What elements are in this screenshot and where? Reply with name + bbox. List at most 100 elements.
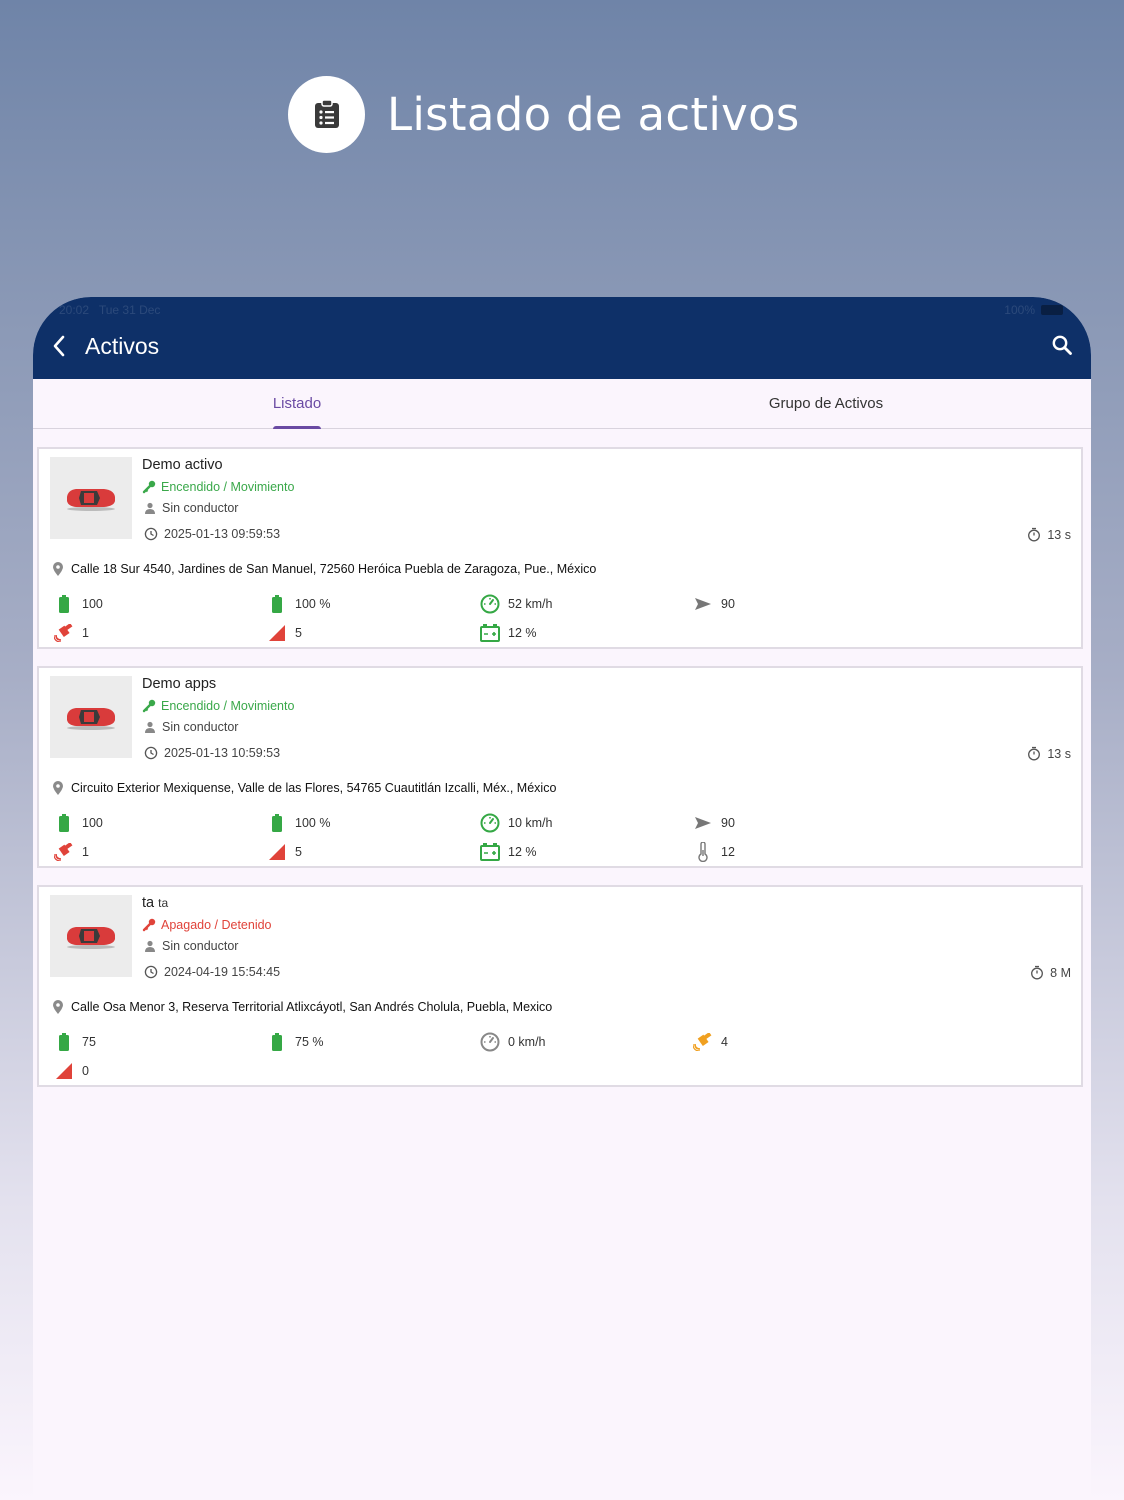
battery-icon [59, 1032, 69, 1051]
bottom-fade [33, 1240, 1091, 1500]
heading-arrow-icon [695, 597, 711, 610]
metric-speed: 10 km/h [479, 813, 692, 833]
asset-state: Apagado / Detenido [161, 918, 272, 932]
metric-battery-percent: 100 % [266, 594, 479, 613]
metric-ext-battery: 12 % [479, 623, 692, 642]
car-icon [67, 927, 115, 949]
stopwatch-icon [1028, 746, 1041, 761]
location-pin-icon [53, 562, 63, 576]
asset-state: Encendido / Movimiento [161, 480, 295, 494]
search-icon [1052, 335, 1072, 355]
battery-status-icon [1041, 305, 1063, 315]
metric-satellites: 1 [53, 842, 266, 861]
car-battery-icon [480, 842, 500, 861]
asset-elapsed: 13 s [1047, 527, 1071, 542]
asset-name: Demo apps [142, 676, 217, 692]
car-icon [67, 708, 115, 730]
location-pin-icon [53, 781, 63, 795]
person-icon [145, 721, 155, 733]
car-icon [67, 489, 115, 511]
tablet-screen: 20:02 Tue 31 Dec 100% Activos Listado Gr… [33, 297, 1091, 1500]
tab-listado[interactable]: Listado [33, 379, 561, 428]
metric-signal: 5 [266, 843, 479, 860]
asset-datetime: 2025-01-13 10:59:53 [164, 746, 281, 760]
asset-thumbnail [50, 895, 132, 977]
chevron-left-icon [53, 335, 65, 357]
asset-datetime: 2025-01-13 09:59:53 [164, 527, 281, 541]
metric-ext-battery: 12 % [479, 842, 692, 861]
asset-datetime: 2024-04-19 15:54:45 [164, 965, 281, 979]
person-icon [145, 940, 155, 952]
asset-name: ta [142, 895, 155, 911]
satellite-icon [54, 842, 73, 861]
thermometer-icon [698, 841, 708, 862]
battery-icon [59, 813, 69, 832]
app-bar: 20:02 Tue 31 Dec 100% Activos [33, 297, 1091, 379]
back-button[interactable] [35, 335, 83, 357]
asset-address: Circuito Exterior Mexiquense, Valle de l… [71, 781, 557, 795]
asset-driver: Sin conductor [162, 720, 239, 734]
metric-battery: 100 [53, 813, 266, 832]
metric-speed: 0 km/h [479, 1032, 692, 1052]
metric-signal: 0 [53, 1062, 266, 1079]
heading-arrow-icon [695, 816, 711, 829]
status-bar: 20:02 Tue 31 Dec 100% [59, 302, 1063, 318]
asset-address: Calle Osa Menor 3, Reserva Territorial A… [71, 1000, 553, 1014]
asset-thumbnail [50, 676, 132, 758]
search-button[interactable] [1051, 334, 1073, 361]
person-icon [145, 502, 155, 514]
metric-satellites: 1 [53, 623, 266, 642]
clock-icon [144, 746, 158, 760]
promo-title: Listado de activos [387, 87, 800, 141]
metric-heading: 90 [692, 597, 905, 611]
status-date: Tue 31 Dec [98, 303, 161, 317]
asset-card[interactable]: Demo activo Encendido / Movimiento Sin c… [37, 447, 1083, 649]
asset-driver: Sin conductor [162, 501, 239, 515]
metric-battery-percent: 100 % [266, 813, 479, 832]
asset-name: Demo activo [142, 457, 223, 473]
asset-card[interactable]: ta ta Apagado / Detenido Sin conductor 2… [37, 885, 1083, 1087]
asset-list: Demo activo Encendido / Movimiento Sin c… [33, 429, 1091, 1087]
metric-heading: 90 [692, 816, 905, 830]
clipboard-list-icon [288, 75, 365, 153]
status-time: 20:02 [59, 303, 90, 317]
speedometer-icon [480, 594, 500, 613]
car-battery-icon [480, 623, 500, 642]
battery-icon [59, 594, 69, 613]
asset-driver: Sin conductor [162, 939, 239, 953]
key-icon [142, 918, 156, 932]
key-icon [142, 480, 156, 494]
satellite-icon [693, 1032, 712, 1051]
metric-battery: 100 [53, 594, 266, 613]
asset-elapsed: 8 M [1050, 965, 1071, 980]
battery-icon [272, 594, 282, 613]
location-pin-icon [53, 1000, 63, 1014]
asset-address: Calle 18 Sur 4540, Jardines de San Manue… [71, 562, 597, 576]
speedometer-icon [480, 813, 500, 832]
tab-grupo-de-activos[interactable]: Grupo de Activos [561, 379, 1091, 428]
stopwatch-icon [1028, 527, 1041, 542]
page-title: Activos [85, 332, 160, 359]
asset-thumbnail [50, 457, 132, 539]
asset-elapsed: 13 s [1047, 746, 1071, 761]
battery-icon [272, 1032, 282, 1051]
metric-signal: 5 [266, 624, 479, 641]
clock-icon [144, 527, 158, 541]
asset-state: Encendido / Movimiento [161, 699, 295, 713]
satellite-icon [54, 623, 73, 642]
tab-bar: Listado Grupo de Activos [33, 379, 1091, 429]
signal-icon [56, 1062, 72, 1079]
metric-temperature: 12 [692, 841, 905, 862]
status-battery-text: 100% [1004, 303, 1035, 317]
signal-icon [269, 843, 285, 860]
speedometer-icon [480, 1032, 500, 1051]
battery-icon [272, 813, 282, 832]
asset-card[interactable]: Demo apps Encendido / Movimiento Sin con… [37, 666, 1083, 868]
promo-header: Listado de activos [288, 75, 800, 153]
metric-speed: 52 km/h [479, 594, 692, 614]
signal-icon [269, 624, 285, 641]
clock-icon [144, 965, 158, 979]
metric-satellites: 4 [692, 1032, 905, 1051]
stopwatch-icon [1031, 965, 1044, 980]
metric-battery: 75 [53, 1032, 266, 1051]
